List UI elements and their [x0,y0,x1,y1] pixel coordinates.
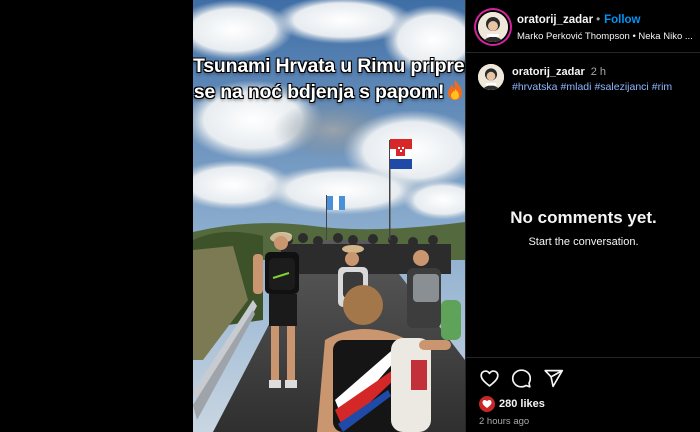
empty-comments-subtitle: Start the conversation. [528,236,639,248]
post-video[interactable]: Tsunami Hrvata u Rimu priprema se na noć… [193,0,465,432]
avatar[interactable] [478,12,508,42]
post-timestamp: 2 hours ago [479,416,530,427]
avatar[interactable] [478,64,504,90]
post-header: oratorij_zadar • Follow Marko Perković Tho… [466,0,700,53]
follow-button[interactable]: Follow [604,14,640,26]
profile-picture-icon [478,12,508,42]
instagram-post-viewer: Tsunami Hrvata u Rimu priprema se na noć… [0,0,700,432]
username-link[interactable]: oratorij_zadar [517,14,593,26]
audio-track-link[interactable]: Marko Perković Thompson • Neka Niko ... [517,31,697,42]
empty-comments-state: No comments yet. Start the conversation. [466,208,700,248]
hashtag-link[interactable]: #mladi [561,81,592,93]
hashtag-link[interactable]: #rim [652,81,672,93]
video-caption-overlay: Tsunami Hrvata u Rimu priprema se na noć… [193,54,465,105]
profile-picture-icon [478,64,504,90]
caption-comment: oratorij_zadar 2 h #hrvatska #mladi #salezi… [466,60,700,100]
share-icon[interactable] [543,368,564,389]
comment-icon[interactable] [511,368,532,389]
hashtag-list: #hrvatska #mladi #salezijanci #rim [512,81,675,93]
like-badge-icon [479,396,495,412]
caption-time: 2 h [590,66,607,78]
caption-line-2: se na noć bdjenja s papom! [193,79,465,105]
hashtag-link[interactable]: #salezijanci [594,81,648,93]
post-actions: 280 likes 2 hours ago [466,357,700,432]
likes-count[interactable]: 280 likes [499,398,545,410]
caption-line-2-text: se na noć bdjenja s papom! [193,81,445,103]
separator-dot: • [596,14,601,26]
empty-comments-title: No comments yet. [510,208,657,227]
header-username-row: oratorij_zadar • Follow [517,14,641,26]
caption-username-link[interactable]: oratorij_zadar [512,66,585,78]
caption-line-1: Tsunami Hrvata u Rimu priprema [193,55,465,77]
caption-username-row: oratorij_zadar 2 h [512,66,606,78]
fire-emoji-icon [448,80,463,100]
post-sidebar: oratorij_zadar • Follow Marko Perković Tho… [465,0,700,432]
hashtag-link[interactable]: #hrvatska [512,81,558,93]
heart-icon[interactable] [479,368,500,389]
